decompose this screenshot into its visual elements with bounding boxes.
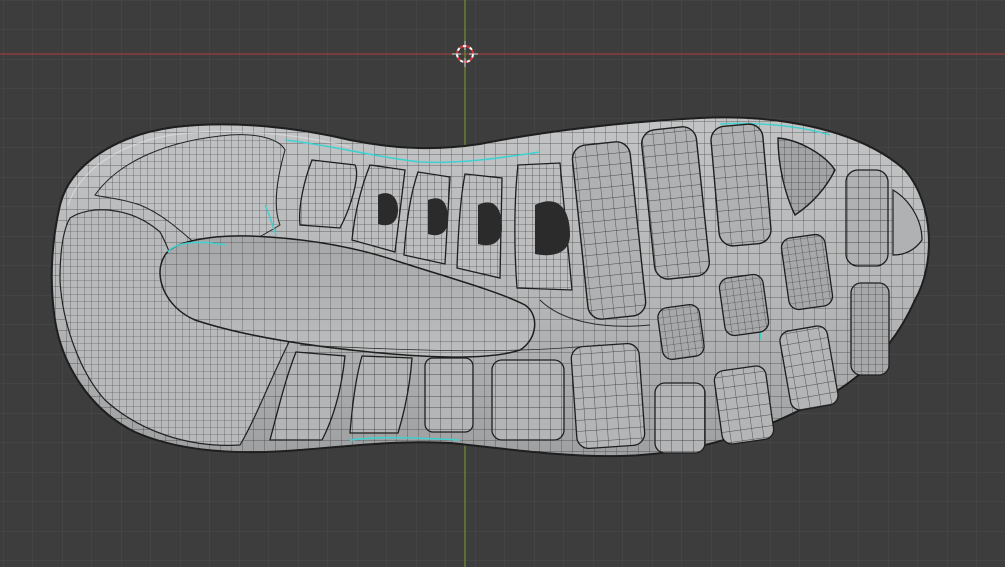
3d-viewport[interactable] xyxy=(0,0,1005,567)
shoe-outsole-mesh[interactable] xyxy=(50,116,930,458)
